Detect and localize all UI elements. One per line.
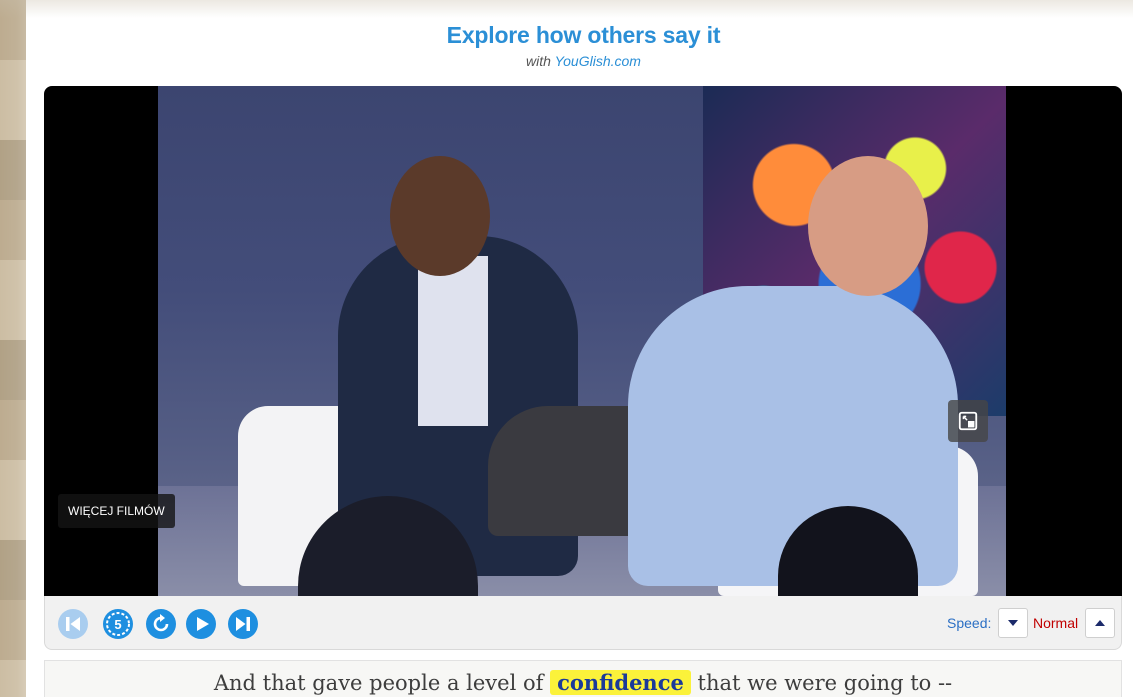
- caret-up-icon: [1095, 620, 1105, 626]
- previous-button[interactable]: [57, 608, 89, 640]
- replay-icon: [146, 609, 176, 639]
- replay-slow-icon: 5: [103, 609, 133, 639]
- speed-value: Normal: [1033, 615, 1079, 631]
- speed-decrease-button[interactable]: [998, 608, 1028, 638]
- caption-text: And that gave people a level of confiden…: [44, 660, 1122, 697]
- speed-increase-button[interactable]: [1085, 608, 1115, 638]
- more-videos-button[interactable]: WIĘCEJ FILMÓW: [58, 494, 175, 528]
- picture-in-picture-button[interactable]: [948, 400, 988, 442]
- highlighted-word: confidence: [550, 670, 691, 695]
- next-button[interactable]: [227, 608, 259, 640]
- youglish-link[interactable]: YouGlish.com: [555, 53, 641, 69]
- section-title: Explore how others say it: [446, 22, 721, 48]
- svg-text:5: 5: [114, 617, 121, 632]
- caret-down-icon: [1008, 620, 1018, 626]
- background-image: [0, 0, 26, 697]
- replay-slow-button[interactable]: 5: [102, 608, 134, 640]
- video-player[interactable]: WIĘCEJ FILMÓW: [44, 86, 1122, 596]
- speed-label: Speed:: [947, 615, 992, 631]
- picture-in-picture-icon: [958, 411, 978, 431]
- play-button[interactable]: [185, 608, 217, 640]
- player-controls: 5 Speed: Normal: [44, 596, 1122, 650]
- skip-next-icon: [228, 609, 258, 639]
- play-icon: [186, 609, 216, 639]
- skip-previous-icon: [58, 609, 88, 639]
- replay-button[interactable]: [145, 608, 177, 640]
- video-frame: [158, 86, 1006, 596]
- section-subtitle: with YouGlish.com: [526, 53, 641, 69]
